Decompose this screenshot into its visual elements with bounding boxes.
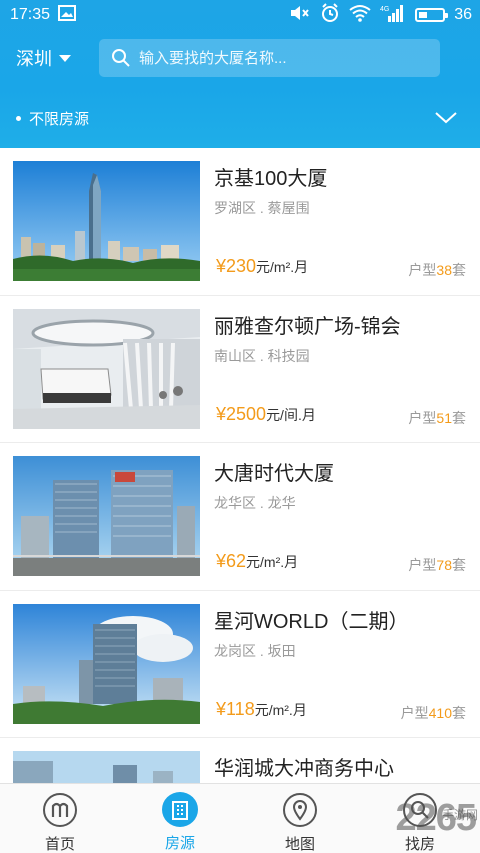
rooms-suffix: 套 [452,409,466,426]
battery-icon [415,8,449,22]
listing-price: ¥118元/m².月 [216,699,307,720]
filter-label: 不限房源 [29,110,90,128]
wifi-icon [349,4,371,27]
list-item[interactable]: 丽雅查尔顿广场-锦会 南山区 . 科技园 ¥2500元/间.月 户型51套 [0,295,480,443]
listing-photo [13,751,200,783]
list-item[interactable]: 华润城大冲商务中心 [0,738,480,783]
rooms-suffix: 套 [452,704,466,721]
header: 17:35 4G 36 深圳 输入要找的大厦名称... 不限房源 [0,0,480,148]
alarm-icon [320,2,340,28]
caret-down-icon [59,54,71,62]
listing-price: ¥62元/m².月 [216,551,298,572]
listing-photo [13,308,200,429]
listing-price: ¥230元/m².月 [216,256,308,277]
tab-map[interactable]: 地图 [240,784,360,853]
listing-name: 大唐时代大厦 [214,463,334,485]
tab-listings[interactable]: 房源 [120,784,240,853]
list-item[interactable]: 京基100大厦 罗湖区 . 蔡屋围 ¥230元/m².月 户型38套 [0,148,480,296]
listing-rooms: 户型51套 [408,408,466,428]
rooms-count: 410 [428,704,452,721]
rooms-count: 38 [436,262,452,278]
price-value: ¥62 [216,551,247,571]
home-m-icon [42,792,78,828]
bottom-tab-bar: 首页 房源 地图 找房 [0,783,480,853]
listing-location: 龙岗区 . 坂田 [214,642,296,659]
list-item[interactable]: 大唐时代大厦 龙华区 . 龙华 ¥62元/m².月 户型78套 [0,443,480,591]
rooms-label: 户型 [400,704,429,721]
rooms-label: 户型 [408,409,437,426]
image-notification-icon [58,4,77,26]
building-icon [162,792,198,827]
price-value: ¥2500 [216,403,267,424]
price-unit: 元/m².月 [246,554,299,570]
tab-map-label: 地图 [284,836,315,853]
signal-icon: 4G [380,4,406,27]
listing-photo [13,456,200,576]
search-box[interactable] [99,39,440,77]
tab-listings-label: 房源 [164,835,195,852]
listing-location: 罗湖区 . 蔡屋围 [214,200,310,216]
tab-find-label: 找房 [404,836,435,853]
price-value: ¥118 [216,698,255,719]
listing-name: 丽雅查尔顿广场-锦会 [214,315,401,338]
price-unit: 元/m².月 [256,259,309,275]
map-pin-icon [282,792,318,828]
listing-price: ¥2500元/间.月 [216,404,316,425]
rooms-suffix: 套 [452,262,466,278]
watermark-sub: 手游网 [441,808,478,822]
rooms-suffix: 套 [452,557,466,573]
listing-photo [13,161,200,281]
bullet-dot-icon [16,115,21,121]
rooms-label: 户型 [408,557,437,573]
filter-bar[interactable]: 不限房源 [0,100,480,136]
city-selector[interactable]: 深圳 [16,45,99,71]
rooms-count: 51 [436,409,452,426]
tab-home-label: 首页 [44,836,75,853]
list-item[interactable]: 星河WORLD（二期） 龙岗区 . 坂田 ¥118元/m².月 户型410套 [0,590,480,738]
listing-photo [13,603,200,724]
status-bar: 17:35 4G 36 [0,0,480,30]
price-unit: 元/间.月 [266,406,316,423]
price-unit: 元/m².月 [254,701,307,718]
svg-text:4G: 4G [380,6,389,13]
rooms-label: 户型 [408,262,437,278]
city-label: 深圳 [16,49,52,69]
listing-name: 华润城大冲商务中心 [214,758,394,780]
search-row: 深圳 [0,30,480,86]
battery-level [419,12,428,18]
tab-home[interactable]: 首页 [0,784,120,853]
listing-name: 星河WORLD（二期） [214,610,409,633]
listing-location: 龙华区 . 龙华 [214,495,296,511]
chevron-down-icon[interactable] [434,111,458,125]
battery-percent: 36 [454,6,472,23]
listing-name: 京基100大厦 [214,168,328,190]
listing-rooms: 户型410套 [401,703,466,723]
status-time: 17:35 [10,6,51,23]
price-value: ¥230 [216,256,257,276]
rooms-count: 78 [436,557,452,573]
search-input[interactable] [139,49,440,67]
mute-icon [289,4,311,27]
listing-rooms: 户型38套 [408,260,466,280]
search-icon [112,49,130,67]
listing-rooms: 户型78套 [408,555,466,575]
find-icon [402,792,438,828]
listing-list[interactable]: 京基100大厦 罗湖区 . 蔡屋围 ¥230元/m².月 户型38套 丽雅查尔顿… [0,148,480,783]
listing-location: 南山区 . 科技园 [214,347,310,364]
